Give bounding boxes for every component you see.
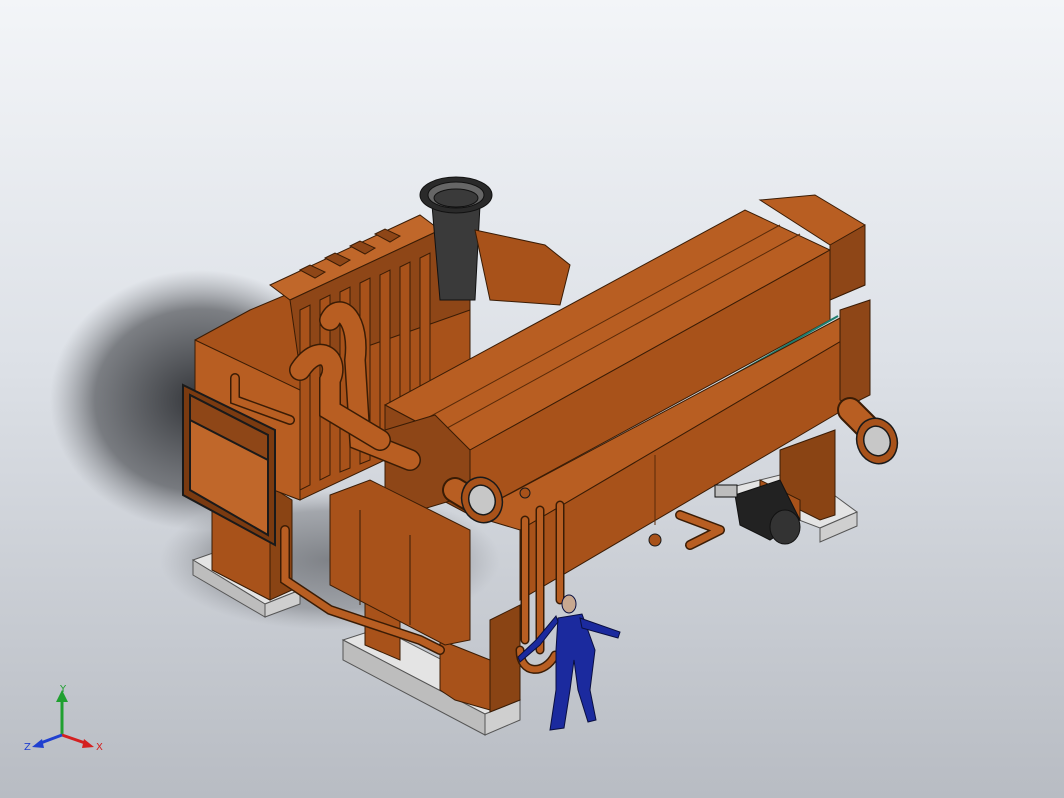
x-axis-label: X bbox=[96, 742, 103, 753]
scale-mannequin bbox=[517, 594, 621, 731]
exhaust-stack bbox=[419, 176, 571, 306]
z-axis-label: Z bbox=[24, 742, 31, 753]
graphics-viewport[interactable]: Y X Z bbox=[0, 0, 1064, 798]
y-axis-label: Y bbox=[59, 684, 67, 695]
x-axis-arrow bbox=[82, 739, 94, 748]
3d-model-scene[interactable] bbox=[0, 0, 1064, 798]
z-axis-arrow bbox=[32, 739, 44, 748]
axis-triad: Y X Z bbox=[24, 684, 103, 753]
